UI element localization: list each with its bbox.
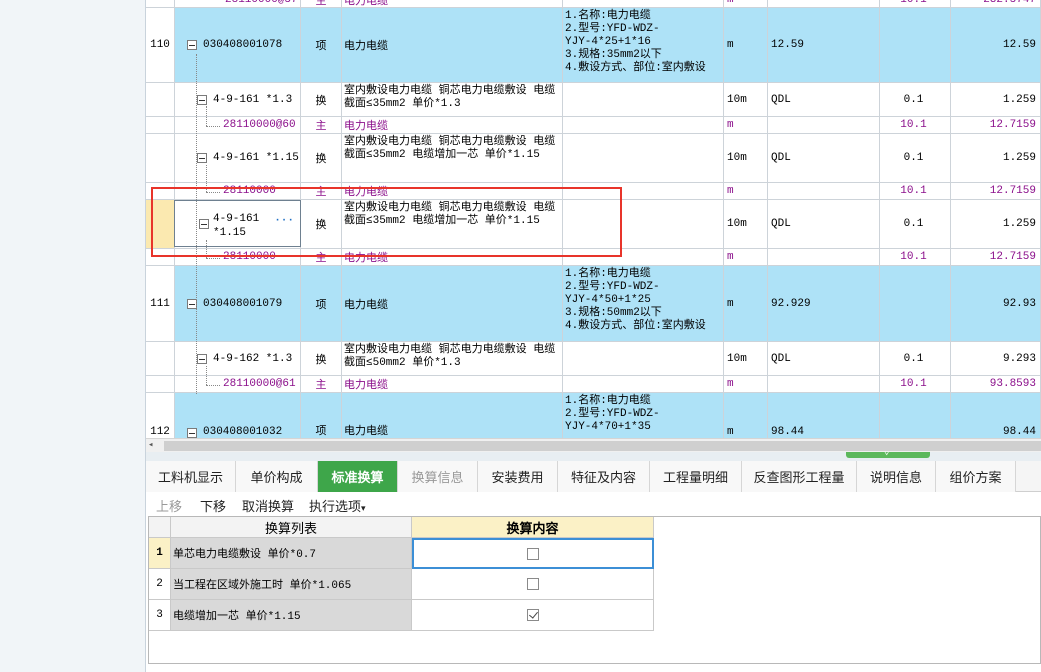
- row-number: 110: [146, 8, 175, 83]
- conversion-checkbox[interactable]: [527, 547, 539, 560]
- tab-reverse-check[interactable]: 反查图形工程量: [742, 461, 857, 492]
- collapse-icon[interactable]: [199, 219, 209, 229]
- conversion-list-header: 换算列表: [171, 517, 412, 538]
- row-number: 111: [146, 266, 175, 342]
- tab-quantity-detail[interactable]: 工程量明细: [650, 461, 742, 492]
- tab-material-display[interactable]: 工料机显示: [146, 461, 236, 492]
- table-row[interactable]: 110 030408001078 项 电力电缆 1.名称:电力电缆 2.型号:YF…: [146, 8, 1041, 83]
- item-code: 030408001078: [203, 39, 283, 51]
- quota-code-line1: 4-9-161: [213, 213, 260, 225]
- conversion-panel: 换算列表 换算内容 1 单芯电力电缆敷设 单价*0.7 2 当工程在区域外施工时…: [148, 516, 1041, 664]
- features-cell: 1.名称:电力电缆 2.型号:YFD-WDZ- YJY-4*50+1*25 3.规格:…: [563, 266, 724, 342]
- name-cell: 电力电缆: [342, 0, 563, 8]
- conversion-checkbox-checked[interactable]: [526, 609, 539, 621]
- scroll-left-icon[interactable]: ◂: [148, 440, 153, 450]
- table-row[interactable]: 28110000@60 主 电力电缆 m 10.1 12.7159: [146, 117, 1041, 134]
- tab-standard-conversion[interactable]: 标准换算: [318, 461, 398, 492]
- conversion-toolbar: 上移 下移 取消换算 执行选项▾: [146, 492, 1041, 516]
- collapse-icon[interactable]: [187, 428, 197, 438]
- left-panel: [0, 0, 146, 672]
- tab-conversion-info[interactable]: 换算信息: [398, 461, 478, 492]
- quota-code: 4-9-161 *1.15: [213, 152, 299, 164]
- panel-splitter[interactable]: ⌄: [146, 447, 1041, 461]
- move-down-button[interactable]: 下移: [200, 496, 226, 515]
- quota-code: 4-9-162 *1.3: [213, 352, 293, 365]
- material-code: 28110000@57: [175, 0, 301, 8]
- material-code: 28110000@60: [175, 117, 301, 134]
- conversion-label: 单芯电力电缆敷设 单价*0.7: [171, 538, 412, 569]
- chevron-down-icon: ⌄: [884, 447, 890, 457]
- table-row[interactable]: 28110000@61 主 电力电缆 m 10.1 93.8593: [146, 376, 1041, 393]
- tab-features[interactable]: 特征及内容: [558, 461, 650, 492]
- table-row[interactable]: 28110000 主 电力电缆 m 10.1 12.7159: [146, 249, 1041, 266]
- table-row[interactable]: 112 030408001032 项 电力电缆 1.名称:电力电缆 2.型号:YF…: [146, 393, 1041, 438]
- horizontal-scrollbar[interactable]: ◂: [146, 438, 1041, 452]
- more-options-button[interactable]: ···: [274, 215, 294, 227]
- tab-pricing-scheme[interactable]: 组价方案: [936, 461, 1016, 492]
- collapse-icon[interactable]: [197, 353, 207, 364]
- conversion-label: 当工程在区域外施工时 单价*1.065: [171, 569, 412, 600]
- table-row[interactable]: 4-9-161 *1.15 换 室内敷设电力电缆 铜芯电力电缆敷设 电缆截面≤3…: [146, 134, 1041, 183]
- budget-grid[interactable]: 28110000@57 主 电力电缆 m 10.1 232.5747 110 0…: [146, 0, 1041, 438]
- conversion-label: 电缆增加一芯 单价*1.15: [171, 600, 412, 631]
- tab-unit-price[interactable]: 单价构成: [236, 461, 318, 492]
- quota-code: 4-9-161 *1.3: [213, 93, 293, 106]
- splitter-grip[interactable]: ⌄: [846, 447, 930, 458]
- material-code: 28110000: [175, 183, 301, 200]
- execute-options-dropdown[interactable]: 执行选项▾: [309, 496, 366, 515]
- item-code: 030408001079: [203, 297, 283, 310]
- tree-connector: [196, 54, 197, 394]
- features-cell: 1.名称:电力电缆 2.型号:YFD-WDZ- YJY-4*70+1*35: [563, 393, 724, 438]
- tab-installation-cost[interactable]: 安装费用: [478, 461, 558, 492]
- row-number: 112: [146, 393, 175, 438]
- code-edit-cell[interactable]: 4-9-161 *1.15 ···: [174, 200, 301, 247]
- table-row[interactable]: 4-9-162 *1.3 换 室内敷设电力电缆 铜芯电力电缆敷设 电缆截面≤50…: [146, 342, 1041, 376]
- quota-code-line2: *1.15: [213, 227, 247, 239]
- move-up-button[interactable]: 上移: [156, 496, 182, 515]
- tab-description[interactable]: 说明信息: [857, 461, 936, 492]
- conversion-content-header: 换算内容: [412, 517, 654, 538]
- table-row[interactable]: 28110000 主 电力电缆 m 10.1 12.7159: [146, 183, 1041, 200]
- item-code: 030408001032: [203, 426, 283, 438]
- table-row[interactable]: 111 030408001079 项 电力电缆 1.名称:电力电缆 2.型号:YF…: [146, 266, 1041, 342]
- collapse-icon[interactable]: [197, 153, 207, 163]
- row-selector[interactable]: [146, 200, 175, 249]
- material-code: 28110000: [175, 249, 301, 266]
- table-row[interactable]: 28110000@57 主 电力电缆 m 10.1 232.5747: [146, 0, 1041, 8]
- bottom-tabs: 工料机显示 单价构成 标准换算 换算信息 安装费用 特征及内容 工程量明细 反查…: [146, 461, 1041, 492]
- material-code: 28110000@61: [175, 376, 301, 393]
- table-row[interactable]: 4-9-161 *1.3 换 室内敷设电力电缆 铜芯电力电缆敷设 电缆截面≤35…: [146, 83, 1041, 117]
- scrollbar-thumb[interactable]: [164, 441, 1041, 451]
- conversion-checkbox[interactable]: [526, 578, 539, 590]
- chevron-down-icon: ▾: [361, 503, 366, 513]
- cancel-conversion-button[interactable]: 取消换算: [242, 496, 294, 515]
- collapse-icon[interactable]: [187, 40, 197, 50]
- category-cell: 主: [301, 0, 342, 8]
- features-cell: 1.名称:电力电缆 2.型号:YFD-WDZ- YJY-4*25+1*16 3.规格:…: [563, 8, 724, 83]
- collapse-icon[interactable]: [197, 94, 207, 105]
